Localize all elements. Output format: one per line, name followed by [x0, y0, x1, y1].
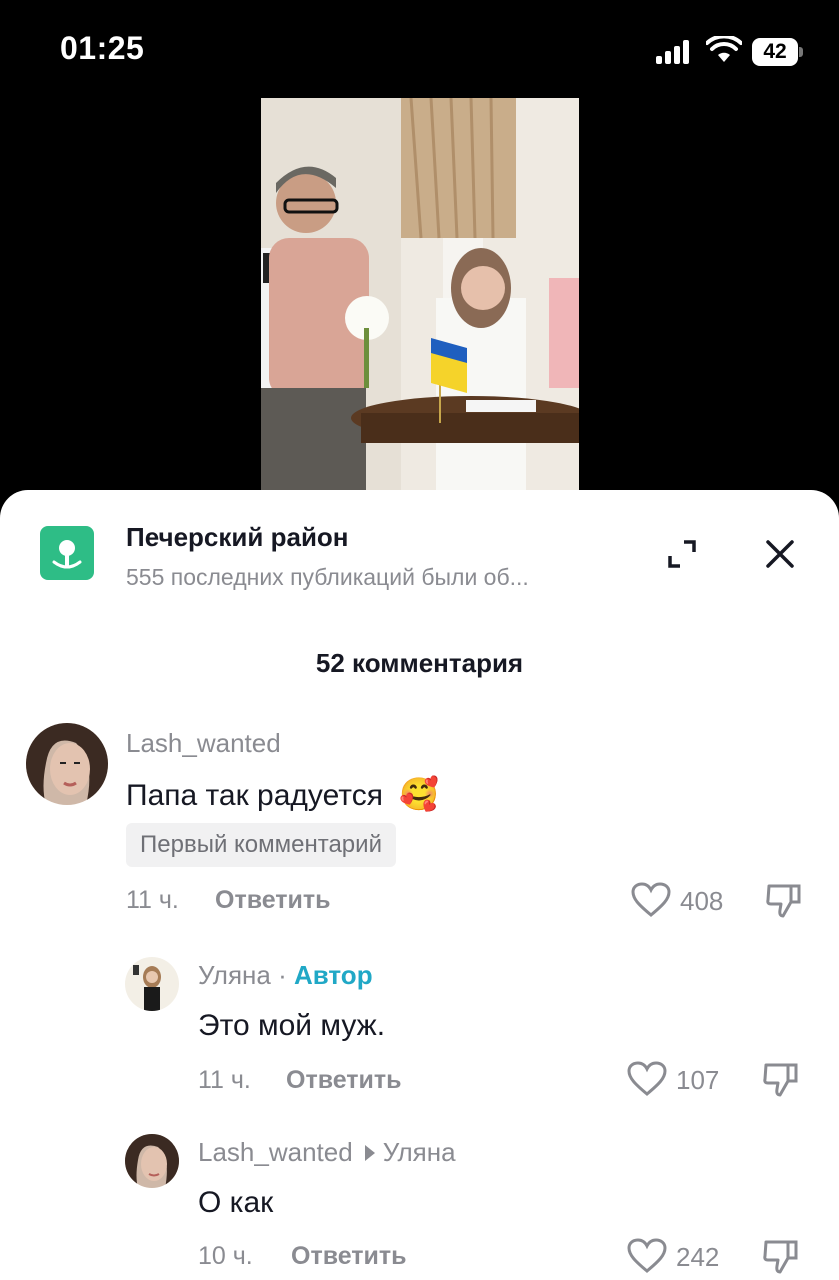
separator: · — [278, 960, 287, 990]
battery-level: 42 — [752, 38, 798, 66]
comment-text: О как — [198, 1186, 274, 1219]
comment-text-row: Папа так радуется 🥰 — [126, 775, 439, 813]
comment-text: Это мой муж. — [198, 1009, 386, 1042]
battery-icon: 42 — [752, 38, 803, 66]
heart-icon[interactable] — [631, 882, 671, 918]
avatar[interactable] — [125, 1134, 179, 1188]
comments-count: 52 комментария — [315, 648, 524, 678]
comment-username-row: Lash_wanted Уляна — [198, 1137, 456, 1168]
reply-button[interactable]: Ответить — [286, 1066, 402, 1095]
heart-icon[interactable] — [627, 1061, 667, 1097]
location-title[interactable]: Печерский район — [126, 522, 349, 553]
reply-button[interactable]: Ответить — [291, 1242, 407, 1271]
status-bar: 01:25 42 — [0, 0, 839, 100]
like-count: 408 — [680, 886, 724, 916]
reply-button[interactable]: Ответить — [215, 886, 331, 915]
comment-time: 11 ч. — [126, 886, 179, 914]
reply-arrow-icon — [364, 1145, 375, 1162]
avatar[interactable] — [125, 957, 179, 1011]
video-frame-image — [261, 98, 579, 498]
comment-time: 11 ч. — [198, 1066, 251, 1094]
status-time: 01:25 — [60, 30, 145, 66]
cellular-signal-icon — [656, 40, 692, 64]
author-tag: Автор — [294, 960, 373, 990]
dislike-icon[interactable] — [765, 880, 805, 920]
dislike-icon[interactable] — [762, 1236, 802, 1276]
reply-to-username[interactable]: Уляна — [383, 1137, 456, 1167]
comment-username[interactable]: Lash_wanted — [126, 728, 281, 759]
smiling-face-with-hearts-icon: 🥰 — [399, 776, 440, 812]
close-icon[interactable] — [760, 534, 800, 574]
comments-sheet: Печерский район 555 последних публикаций… — [0, 490, 839, 1280]
dislike-icon[interactable] — [762, 1059, 802, 1099]
location-subtitle[interactable]: 555 последних публикаций были об... — [126, 564, 626, 591]
location-pin-icon[interactable] — [40, 526, 94, 580]
wifi-icon — [706, 36, 742, 62]
video-player[interactable] — [261, 98, 579, 498]
like-count: 242 — [676, 1242, 720, 1272]
avatar[interactable] — [26, 723, 108, 805]
comment-text: Папа так радуется — [126, 779, 383, 812]
comment-username-row: Уляна · Автор — [198, 960, 373, 991]
first-comment-badge: Первый комментарий — [126, 823, 396, 867]
heart-icon[interactable] — [627, 1238, 667, 1274]
expand-icon[interactable] — [662, 534, 702, 574]
like-count: 107 — [676, 1065, 720, 1095]
comment-username[interactable]: Уляна — [198, 960, 271, 990]
comment-time: 10 ч. — [198, 1242, 253, 1270]
comment-username[interactable]: Lash_wanted — [198, 1137, 353, 1167]
